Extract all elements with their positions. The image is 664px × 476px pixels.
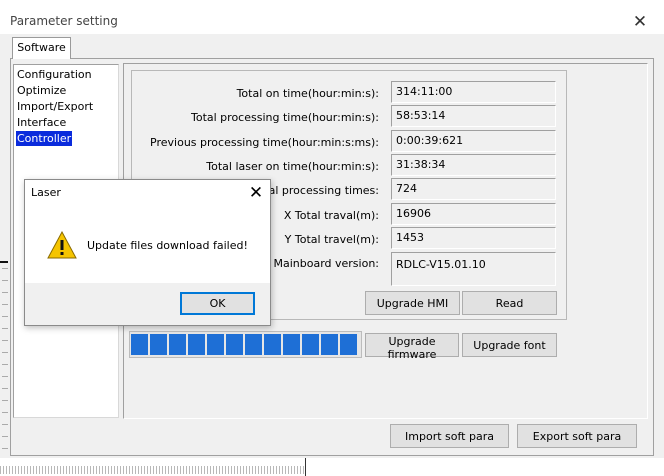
progress-chunk — [188, 334, 205, 355]
progress-chunk — [169, 334, 186, 355]
field-value-total-processing-time: 58:53:14 — [391, 105, 556, 127]
progress-chunk — [226, 334, 243, 355]
progress-chunk — [131, 334, 148, 355]
sidebar-item-interface[interactable]: Interface — [16, 115, 67, 130]
field-label-total-laser-on-time: Total laser on time(hour:min:s): — [206, 160, 379, 173]
progress-fill — [131, 333, 360, 356]
warning-icon — [47, 231, 77, 259]
export-soft-para-button[interactable]: Export soft para — [517, 424, 637, 448]
progress-chunk — [283, 334, 300, 355]
laser-alert-dialog: Laser ✕ Update files download failed! OK — [24, 179, 271, 326]
read-button[interactable]: Read — [462, 291, 557, 315]
field-value-x-total-travel: 16906 — [391, 203, 556, 225]
import-soft-para-button[interactable]: Import soft para — [390, 424, 509, 448]
canvas-divider — [305, 458, 306, 476]
ruler-ticks — [2, 268, 8, 458]
field-label-previous-processing-time: Previous processing time(hour:min:s:ms): — [150, 136, 379, 149]
field-value-total-on-time: 314:11:00 — [391, 81, 556, 103]
window-close-icon[interactable]: ✕ — [630, 12, 650, 32]
dialog-title: Laser — [31, 186, 61, 199]
progress-chunk — [340, 334, 357, 355]
field-value-total-laser-on-time: 31:38:34 — [391, 154, 556, 176]
field-value-previous-processing-time: 0:00:39:621 — [391, 130, 556, 152]
tab-software[interactable]: Software — [12, 37, 71, 59]
progress-chunk — [150, 334, 167, 355]
field-value-y-total-travel: 1453 — [391, 227, 556, 249]
dialog-message: Update files download failed! — [87, 239, 248, 252]
progress-chunk — [321, 334, 338, 355]
canvas-edge-mark — [0, 261, 8, 263]
dialog-close-icon[interactable]: ✕ — [245, 182, 267, 204]
field-value-total-processing-times: 724 — [391, 178, 556, 200]
ok-button[interactable]: OK — [180, 292, 255, 315]
upgrade-progress-bar — [129, 331, 362, 358]
upgrade-font-button[interactable]: Upgrade font — [462, 333, 557, 357]
sidebar-item-controller[interactable]: Controller — [16, 131, 73, 146]
field-value-mainboard-version: RDLC-V15.01.10 — [391, 252, 556, 286]
progress-chunk — [302, 334, 319, 355]
upgrade-hmi-button[interactable]: Upgrade HMI — [365, 291, 460, 315]
progress-chunk — [207, 334, 224, 355]
upgrade-firmware-button[interactable]: Upgrade firmware — [365, 333, 459, 361]
field-label-total-processing-time: Total processing time(hour:min:s): — [191, 111, 379, 124]
sidebar-item-configuration[interactable]: Configuration — [16, 67, 93, 82]
sidebar-item-optimize[interactable]: Optimize — [16, 83, 67, 98]
ruler-dots — [0, 466, 305, 474]
window-title: Parameter setting — [10, 14, 118, 28]
field-label-total-on-time: Total on time(hour:min:s): — [236, 87, 379, 100]
progress-chunk — [245, 334, 262, 355]
sidebar-item-import-export[interactable]: Import/Export — [16, 99, 94, 114]
dialog-footer: OK — [25, 283, 270, 325]
progress-chunk — [264, 334, 281, 355]
